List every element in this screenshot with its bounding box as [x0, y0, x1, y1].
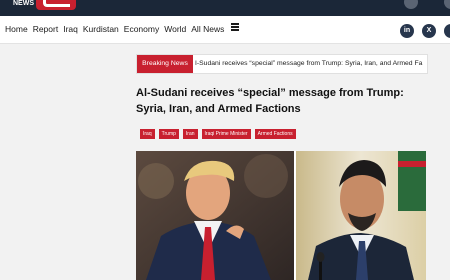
tag-trump[interactable]: Trump — [158, 129, 179, 139]
search-icon[interactable] — [444, 0, 450, 9]
nav-item-home[interactable]: Home — [5, 24, 28, 34]
logo-mark-icon — [36, 0, 76, 10]
site-logo[interactable]: NEWS — [10, 0, 76, 16]
hamburger-menu-icon[interactable] — [231, 23, 240, 31]
linkedin-icon[interactable]: in — [400, 24, 414, 38]
profile-icon[interactable] — [404, 0, 418, 9]
nav-item-report[interactable]: Report — [33, 24, 59, 34]
main-navigation: Home Report Iraq Kurdistan Economy World… — [0, 16, 450, 44]
nav-item-iraq[interactable]: Iraq — [63, 24, 78, 34]
article-title: Al-Sudani receives “special” message fro… — [136, 87, 404, 115]
nav-item-all-news[interactable]: All News — [191, 24, 224, 34]
article-tags: Iraq Trump Iran Iraqi Prime Minister Arm… — [140, 129, 296, 139]
x-twitter-icon[interactable]: X — [422, 24, 436, 38]
tag-iraqi-prime-minister[interactable]: Iraqi Prime Minister — [201, 129, 251, 139]
tag-iran[interactable]: Iran — [182, 129, 198, 139]
logo-wordmark: NEWS — [13, 0, 34, 7]
article-hero-image — [136, 151, 426, 280]
top-bar: NEWS — [0, 0, 450, 16]
ticker-headline[interactable]: I-Sudani receives “special” message from… — [195, 55, 422, 73]
breaking-news-ticker[interactable]: Breaking News I-Sudani receives “special… — [136, 54, 428, 74]
tag-iraq[interactable]: Iraq — [140, 129, 155, 139]
nav-item-kurdistan[interactable]: Kurdistan — [83, 24, 119, 34]
tag-armed-factions[interactable]: Armed Factions — [254, 129, 296, 139]
breaking-news-label: Breaking News — [137, 55, 193, 73]
nav-item-economy[interactable]: Economy — [124, 24, 159, 34]
social-share-icon[interactable] — [444, 24, 450, 38]
nav-item-world[interactable]: World — [164, 24, 186, 34]
